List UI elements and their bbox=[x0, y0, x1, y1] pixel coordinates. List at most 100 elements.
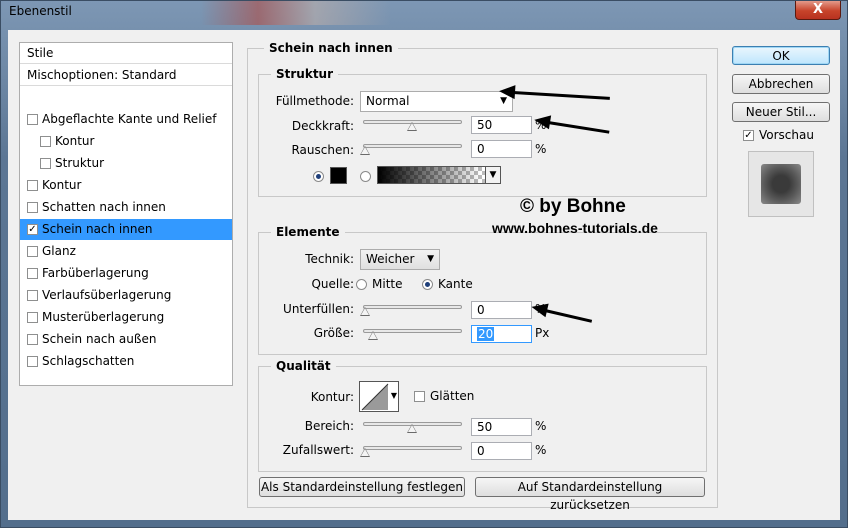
contour-picker[interactable]: ▼ bbox=[359, 381, 399, 412]
glow-color-swatch[interactable] bbox=[330, 167, 347, 184]
style-preview bbox=[748, 151, 814, 217]
choke-input[interactable]: 0 bbox=[471, 301, 532, 319]
struktur-group: Struktur Füllmethode: Normal ▼ Deckkraft… bbox=[258, 67, 707, 197]
technique-select[interactable]: Weicher ▼ bbox=[360, 249, 440, 270]
preview-label: Vorschau bbox=[759, 128, 814, 142]
antialias-checkbox[interactable] bbox=[414, 391, 425, 402]
style-item-checkbox[interactable] bbox=[27, 356, 38, 367]
size-slider-track[interactable] bbox=[363, 329, 462, 333]
dialog-window: Ebenenstil X Stile Mischoptionen: Standa… bbox=[0, 0, 848, 528]
ok-button[interactable]: OK bbox=[732, 46, 830, 65]
style-item-checkbox[interactable] bbox=[27, 246, 38, 257]
inner-glow-group: Schein nach innen Struktur Füllmethode: … bbox=[247, 41, 718, 512]
gradient-radio[interactable] bbox=[360, 171, 371, 182]
elemente-legend: Elemente bbox=[271, 225, 345, 239]
style-item-label: Schein nach außen bbox=[42, 332, 157, 346]
jitter-unit: % bbox=[535, 443, 547, 457]
window-title: Ebenenstil bbox=[9, 4, 72, 18]
style-item-checkbox[interactable]: ✓ bbox=[27, 224, 38, 235]
noise-input[interactable]: 0 bbox=[471, 140, 532, 158]
source-label: Quelle: bbox=[311, 277, 354, 291]
style-item-checkbox[interactable] bbox=[27, 202, 38, 213]
style-item[interactable]: Schein nach außen bbox=[20, 329, 232, 350]
style-item[interactable]: Schatten nach innen bbox=[20, 197, 232, 218]
style-item-checkbox[interactable] bbox=[27, 268, 38, 279]
chevron-down-icon[interactable]: ▼ bbox=[391, 391, 397, 400]
close-button[interactable]: X bbox=[795, 1, 841, 20]
style-item[interactable]: Struktur bbox=[20, 153, 232, 174]
preview-checkbox[interactable]: ✓ bbox=[743, 130, 754, 141]
blend-options-item[interactable]: Mischoptionen: Standard bbox=[20, 65, 232, 86]
style-item[interactable]: Kontur bbox=[20, 175, 232, 196]
style-item[interactable]: Abgeflachte Kante und Relief bbox=[20, 109, 232, 130]
style-item-label: Struktur bbox=[55, 156, 105, 170]
style-item-checkbox[interactable] bbox=[27, 180, 38, 191]
watermark-copyright: © by Bohne bbox=[520, 196, 626, 217]
jitter-slider-track[interactable] bbox=[363, 446, 462, 450]
style-item-label: Schatten nach innen bbox=[42, 200, 166, 214]
chevron-down-icon[interactable]: ▼ bbox=[485, 167, 500, 183]
opacity-slider-thumb[interactable] bbox=[407, 122, 417, 131]
cancel-button[interactable]: Abbrechen bbox=[732, 74, 830, 94]
chevron-down-icon: ▼ bbox=[427, 254, 434, 264]
new-style-button[interactable]: Neuer Stil... bbox=[732, 102, 830, 122]
choke-slider-track[interactable] bbox=[363, 305, 462, 309]
size-unit: Px bbox=[535, 326, 550, 340]
size-slider-thumb[interactable] bbox=[367, 331, 378, 340]
style-item[interactable]: ✓ Schein nach innen bbox=[20, 219, 232, 240]
size-input[interactable]: 20 bbox=[471, 325, 532, 343]
noise-unit: % bbox=[535, 142, 547, 156]
make-default-button[interactable]: Als Standardeinstellung festlegen bbox=[259, 477, 465, 497]
style-item-checkbox[interactable] bbox=[27, 114, 38, 125]
source-edge-label: Kante bbox=[438, 277, 473, 291]
style-item-checkbox[interactable] bbox=[40, 158, 51, 169]
jitter-slider-thumb[interactable] bbox=[360, 448, 370, 457]
jitter-input[interactable]: 0 bbox=[471, 442, 532, 460]
style-item-label: Glanz bbox=[42, 244, 76, 258]
range-slider-thumb[interactable] bbox=[407, 424, 417, 433]
style-item-checkbox[interactable] bbox=[40, 136, 51, 147]
style-item[interactable]: Glanz bbox=[20, 241, 232, 262]
style-item-label: Kontur bbox=[55, 134, 95, 148]
dialog-client: Stile Mischoptionen: Standard Abgeflacht… bbox=[8, 30, 840, 520]
technique-value: Weicher bbox=[366, 252, 415, 266]
gradient-picker[interactable]: ▼ bbox=[377, 166, 501, 184]
title-background-art bbox=[201, 1, 391, 25]
blend-mode-label: Füllmethode: bbox=[275, 94, 354, 108]
range-input[interactable]: 50 bbox=[471, 418, 532, 436]
reset-default-button[interactable]: Auf Standardeinstellung zurücksetzen bbox=[475, 477, 705, 512]
style-item[interactable]: Musterüberlagerung bbox=[20, 307, 232, 328]
style-item-label: Kontur bbox=[42, 178, 82, 192]
choke-slider-thumb[interactable] bbox=[360, 307, 370, 316]
noise-slider-thumb[interactable] bbox=[360, 146, 370, 155]
source-center-label: Mitte bbox=[372, 277, 403, 291]
style-item-checkbox[interactable] bbox=[27, 312, 38, 323]
style-item-label: Farbüberlagerung bbox=[42, 266, 149, 280]
preview-swatch bbox=[761, 164, 801, 204]
size-input-selection: 20 bbox=[477, 327, 495, 341]
style-item[interactable]: Kontur bbox=[20, 131, 232, 152]
blend-mode-select[interactable]: Normal ▼ bbox=[360, 91, 513, 112]
qualitaet-legend: Qualität bbox=[271, 359, 336, 373]
noise-slider-track[interactable] bbox=[363, 144, 462, 148]
blend-mode-value: Normal bbox=[366, 94, 410, 108]
style-item-label: Schlagschatten bbox=[42, 354, 135, 368]
source-edge-radio[interactable] bbox=[422, 279, 433, 290]
watermark-url: www.bohnes-tutorials.de bbox=[492, 220, 658, 236]
style-item-checkbox[interactable] bbox=[27, 334, 38, 345]
styles-header[interactable]: Stile bbox=[20, 43, 232, 64]
style-item-label: Schein nach innen bbox=[42, 222, 153, 236]
noise-label: Rauschen: bbox=[291, 143, 354, 157]
style-item-checkbox[interactable] bbox=[27, 290, 38, 301]
style-item-label: Abgeflachte Kante und Relief bbox=[42, 112, 217, 126]
antialias-label: Glätten bbox=[430, 389, 475, 403]
style-item[interactable]: Schlagschatten bbox=[20, 351, 232, 372]
styles-list: Stile Mischoptionen: Standard Abgeflacht… bbox=[19, 42, 233, 386]
color-radio[interactable] bbox=[313, 171, 324, 182]
range-unit: % bbox=[535, 419, 547, 433]
style-item[interactable]: Farbüberlagerung bbox=[20, 263, 232, 284]
style-item[interactable]: Verlaufsüberlagerung bbox=[20, 285, 232, 306]
source-center-radio[interactable] bbox=[356, 279, 367, 290]
opacity-input[interactable]: 50 bbox=[471, 116, 532, 134]
style-item-label: Musterüberlagerung bbox=[42, 310, 165, 324]
